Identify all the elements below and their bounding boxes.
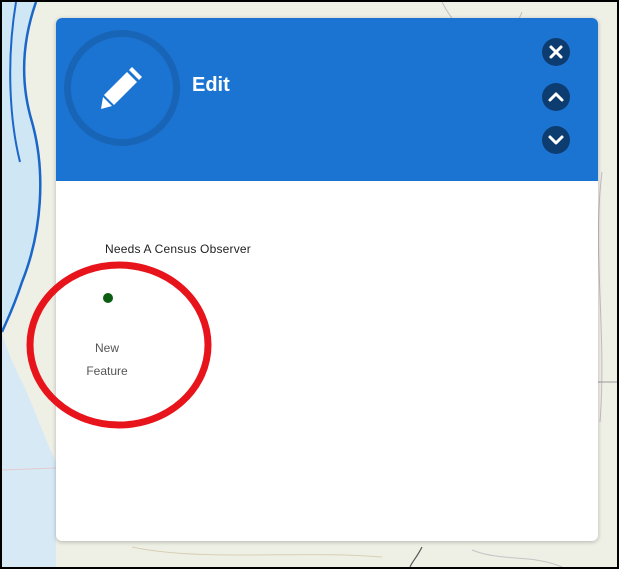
chevron-up-icon xyxy=(548,92,564,102)
chevron-down-icon xyxy=(548,135,564,145)
template-label-line1: New xyxy=(94,341,119,355)
close-button[interactable] xyxy=(542,38,570,66)
pencil-icon xyxy=(101,67,142,109)
layer-name: Needs A Census Observer xyxy=(105,242,252,256)
close-icon xyxy=(549,45,563,59)
edit-panel: Edit Needs A Census Observer New Feature xyxy=(56,18,598,541)
panel-header: Edit xyxy=(56,18,598,181)
panel-title: Edit xyxy=(192,74,230,96)
template-picker: Needs A Census Observer New Feature xyxy=(56,181,598,541)
template-new-feature[interactable]: New Feature xyxy=(76,289,138,389)
next-button[interactable] xyxy=(542,126,570,154)
template-label-line2: Feature xyxy=(86,364,128,378)
screenshot-frame: Edit Needs A Census Observer New Feature xyxy=(0,0,619,569)
previous-button[interactable] xyxy=(542,83,570,111)
point-symbol-icon xyxy=(103,293,113,303)
edit-widget-badge xyxy=(64,30,180,146)
template-label: New Feature xyxy=(76,337,138,383)
